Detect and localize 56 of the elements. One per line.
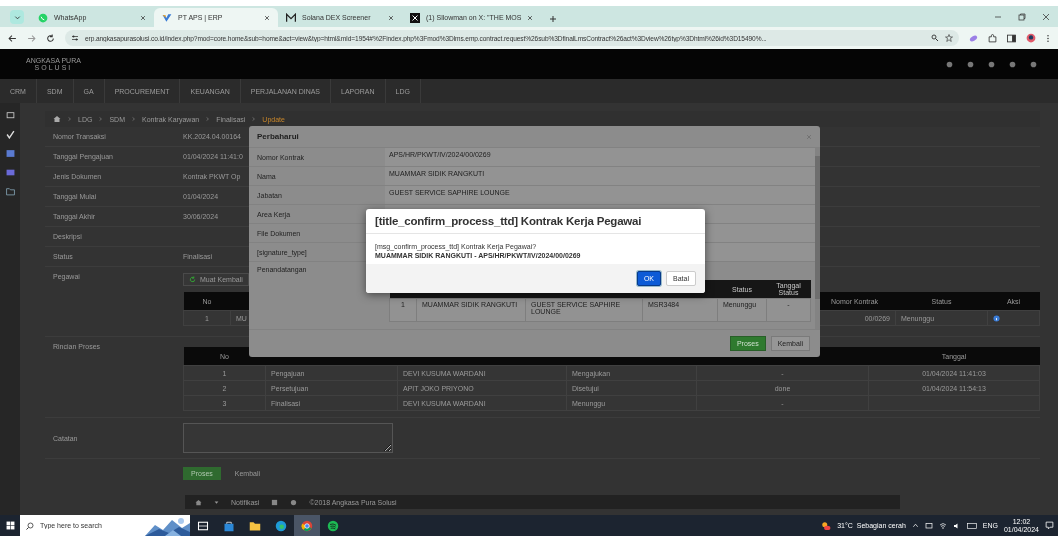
x-logo-icon — [410, 12, 420, 23]
plus-icon[interactable] — [549, 15, 558, 23]
side-panel-icon[interactable] — [1007, 33, 1016, 43]
wifi-icon[interactable] — [938, 521, 947, 530]
browser-icon[interactable] — [301, 519, 313, 532]
close-icon[interactable] — [388, 14, 394, 21]
close-icon — [806, 133, 812, 140]
close-icon[interactable] — [140, 14, 146, 21]
chevron-down-icon — [13, 13, 21, 21]
chevron-right-icon — [251, 116, 257, 122]
chevron-right-icon — [205, 116, 211, 122]
chat-icon — [38, 12, 48, 23]
notes-field[interactable] — [183, 423, 393, 453]
caret-icon — [214, 499, 219, 505]
letter-m-icon — [286, 12, 296, 23]
folder-icon[interactable] — [5, 187, 15, 196]
calendar-icon[interactable] — [271, 498, 279, 506]
more-icon[interactable] — [1046, 33, 1050, 43]
close-icon[interactable] — [264, 14, 270, 21]
task-view-icon[interactable] — [197, 519, 209, 532]
check-icon[interactable] — [5, 130, 15, 139]
notification-icon[interactable] — [1045, 521, 1054, 530]
close-icon[interactable] — [1042, 13, 1050, 21]
close-icon[interactable] — [527, 14, 534, 21]
site-settings-icon[interactable] — [71, 34, 79, 42]
info-icon[interactable] — [993, 314, 1000, 322]
feather-icon[interactable] — [969, 33, 978, 43]
dialog-title: [title_confirm_process_ttd] Kontrak Kerja Pegawai — [366, 209, 705, 234]
weather-icon — [821, 520, 832, 531]
home-icon[interactable] — [53, 115, 61, 123]
back-icon[interactable] — [8, 33, 17, 43]
folder-icon[interactable] — [249, 519, 261, 532]
check-icon — [162, 12, 172, 23]
network-icon[interactable] — [924, 521, 933, 530]
dialog-title: Perbaharui — [257, 132, 299, 141]
puzzle-icon[interactable] — [988, 33, 997, 43]
zoom-icon[interactable] — [931, 34, 939, 42]
chevron-right-icon — [98, 116, 104, 122]
volume-icon[interactable] — [952, 521, 961, 530]
reload-icon[interactable] — [46, 33, 55, 43]
avatar-icon[interactable] — [1026, 33, 1036, 43]
star-icon[interactable] — [945, 34, 953, 42]
scrollbar[interactable] — [815, 148, 820, 329]
keyboard-icon[interactable] — [966, 521, 977, 530]
chevron-right-icon — [67, 116, 72, 122]
home-icon[interactable] — [195, 498, 202, 506]
restore-icon[interactable] — [1018, 13, 1026, 21]
forward-icon[interactable] — [27, 33, 36, 43]
refresh-icon — [189, 276, 196, 283]
monitor-icon[interactable] — [5, 111, 15, 120]
chevron-right-icon — [130, 116, 136, 122]
windows-icon[interactable] — [5, 521, 15, 530]
chevron-up-icon[interactable] — [911, 522, 919, 529]
music-icon[interactable] — [327, 519, 339, 532]
shopping-bag-icon[interactable] — [223, 519, 235, 532]
browser-icon[interactable] — [275, 519, 287, 532]
